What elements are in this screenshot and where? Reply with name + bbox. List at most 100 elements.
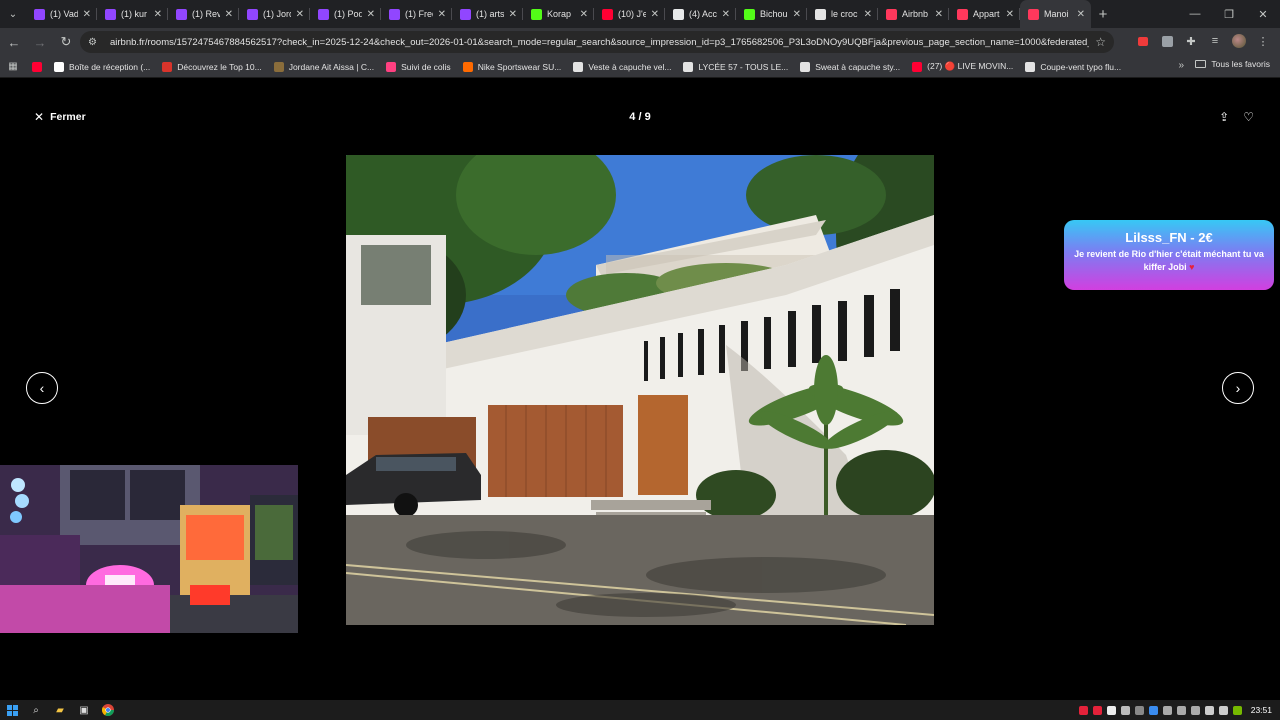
browser-tab[interactable]: (1) Rev ✕ [168, 0, 239, 28]
network-icon[interactable] [1204, 705, 1214, 715]
bookmark-favicon-icon [273, 61, 284, 72]
bookmark-item[interactable]: Jordane Ait Aissa | C... [268, 61, 380, 72]
browser-tab[interactable]: (1) arts ✕ [452, 0, 523, 28]
bookmark-favicon-icon [573, 61, 584, 72]
tab-close-icon[interactable]: ✕ [225, 9, 233, 20]
tab-close-icon[interactable]: ✕ [367, 9, 375, 20]
menu-kebab-icon[interactable]: ⋮ [1254, 32, 1272, 50]
bookmark-item[interactable]: Coupe-vent typo flu... [1019, 61, 1127, 72]
restore-icon[interactable]: ❐ [1212, 0, 1246, 28]
browser-tab[interactable]: (1) Vad ✕ [26, 0, 97, 28]
tray-app-icon[interactable] [1106, 705, 1116, 715]
start-button[interactable] [0, 700, 24, 720]
apps-grid-icon[interactable]: ▦ [0, 61, 26, 72]
browser-tab[interactable]: (4) Acc ✕ [665, 0, 736, 28]
tab-close-icon[interactable]: ✕ [1006, 9, 1014, 20]
bookmark-item[interactable]: Sweat à capuche sty... [794, 61, 906, 72]
photo-viewer: ✕ Fermer 4 / 9 ⇪ ♡ ‹ › Lilsss_FN - 2€ Je… [0, 78, 1280, 700]
share-icon[interactable]: ⇪ [1219, 110, 1229, 124]
nvidia-icon[interactable] [1232, 705, 1242, 715]
bookmark-favicon-icon [912, 61, 923, 72]
search-icon[interactable]: ⌕ [24, 700, 48, 720]
browser-tab[interactable]: (1) Jord ✕ [239, 0, 310, 28]
previous-photo-button[interactable]: ‹ [26, 372, 58, 404]
new-tab-button[interactable]: + [1091, 0, 1115, 28]
volume-icon[interactable] [1218, 705, 1228, 715]
tab-close-icon[interactable]: ✕ [1077, 9, 1085, 20]
tab-close-icon[interactable]: ✕ [651, 9, 659, 20]
bookmark-item[interactable]: Découvrez le Top 10... [156, 61, 267, 72]
house-photo [346, 155, 934, 625]
windows-taskbar: ⌕ ▰ ▣ 23:51 [0, 700, 1280, 720]
more-bookmarks-icon[interactable]: » [1178, 60, 1184, 71]
tray-app-icon[interactable] [1162, 705, 1172, 715]
tab-favicon-icon [673, 8, 684, 20]
tab-favicon-icon [176, 8, 187, 20]
browser-tab[interactable]: (1) kur ✕ [97, 0, 168, 28]
extension-gray-icon[interactable] [1158, 32, 1176, 50]
address-bar[interactable]: ⚙ airbnb.fr/rooms/1572475467884562517?ch… [80, 31, 1114, 53]
tab-title: Appart [973, 9, 1000, 19]
browser-tab[interactable]: le croc ✕ [807, 0, 878, 28]
tab-close-icon[interactable]: ✕ [722, 9, 730, 20]
tab-favicon-icon [389, 8, 400, 20]
tab-search-icon[interactable]: ⌄ [0, 0, 26, 28]
browser-tab[interactable]: (10) J'e ✕ [594, 0, 665, 28]
tab-close-icon[interactable]: ✕ [296, 9, 304, 20]
tab-close-icon[interactable]: ✕ [580, 9, 588, 20]
extensions-puzzle-icon[interactable]: ✚ [1182, 32, 1200, 50]
tray-app-icon[interactable] [1092, 705, 1102, 715]
bookmark-favicon-icon [462, 61, 473, 72]
mic-icon[interactable] [1078, 705, 1088, 715]
back-icon[interactable]: ← [2, 30, 26, 54]
browser-tab[interactable]: Manoi ✕ [1020, 0, 1091, 28]
url-text[interactable]: airbnb.fr/rooms/1572475467884562517?chec… [110, 37, 1089, 48]
tab-close-icon[interactable]: ✕ [438, 9, 446, 20]
browser-tab[interactable]: (1) Pod ✕ [310, 0, 381, 28]
tab-close-icon[interactable]: ✕ [864, 9, 872, 20]
app-icon[interactable]: ▣ [72, 700, 96, 720]
clock[interactable]: 23:51 [1251, 705, 1272, 715]
minimize-icon[interactable]: — [1178, 0, 1212, 28]
bookmark-item[interactable]: Boîte de réception (... [48, 61, 156, 72]
tab-title: (1) Pod [334, 9, 362, 19]
heart-icon[interactable]: ♡ [1243, 110, 1254, 124]
profile-avatar[interactable] [1230, 32, 1248, 50]
browser-tab[interactable]: Appart ✕ [949, 0, 1020, 28]
close-window-icon[interactable]: ✕ [1246, 0, 1280, 28]
file-explorer-icon[interactable]: ▰ [48, 700, 72, 720]
browser-toolbar: ← → ↻ ⚙ airbnb.fr/rooms/1572475467884562… [0, 28, 1280, 56]
bookmark-item[interactable] [26, 61, 48, 72]
bookmark-item[interactable]: Veste à capuche vel... [567, 61, 677, 72]
tab-close-icon[interactable]: ✕ [793, 9, 801, 20]
extension-red-icon[interactable] [1134, 32, 1152, 50]
tray-app-icon[interactable] [1120, 705, 1130, 715]
tray-app-icon[interactable] [1190, 705, 1200, 715]
bookmark-item[interactable]: LYCÉE 57 - TOUS LE... [677, 61, 794, 72]
browser-tab[interactable]: Bichou ✕ [736, 0, 807, 28]
viewer-actions: ⇪ ♡ [1219, 110, 1254, 124]
tray-app-icon[interactable] [1176, 705, 1186, 715]
next-photo-button[interactable]: › [1222, 372, 1254, 404]
forward-icon[interactable]: → [28, 30, 52, 54]
bookmark-star-icon[interactable]: ☆ [1095, 35, 1106, 49]
all-bookmarks-button[interactable]: Tous les favoris [1195, 59, 1270, 69]
bluetooth-icon[interactable] [1148, 705, 1158, 715]
browser-tab[interactable]: Korap ✕ [523, 0, 594, 28]
bookmarks-bar: ▦ Boîte de réception (... Découvrez le To… [0, 56, 1280, 78]
site-info-icon[interactable]: ⚙ [88, 37, 102, 48]
tab-title: (1) Vad [50, 9, 78, 19]
tab-close-icon[interactable]: ✕ [935, 9, 943, 20]
bookmark-item[interactable]: Nike Sportswear SU... [457, 61, 568, 72]
browser-tab[interactable]: Airbnb ✕ [878, 0, 949, 28]
tab-close-icon[interactable]: ✕ [83, 9, 91, 20]
tray-app-icon[interactable] [1134, 705, 1144, 715]
tab-close-icon[interactable]: ✕ [509, 9, 517, 20]
browser-tab[interactable]: (1) Fred ✕ [381, 0, 452, 28]
bookmark-item[interactable]: (27) 🔴 LIVE MOVIN... [906, 61, 1019, 72]
tab-close-icon[interactable]: ✕ [154, 9, 162, 20]
bookmark-item[interactable]: Suivi de colis [380, 61, 457, 72]
chrome-icon[interactable] [96, 700, 120, 720]
media-controls-icon[interactable]: ≡ [1206, 32, 1224, 50]
reload-icon[interactable]: ↻ [54, 30, 78, 54]
